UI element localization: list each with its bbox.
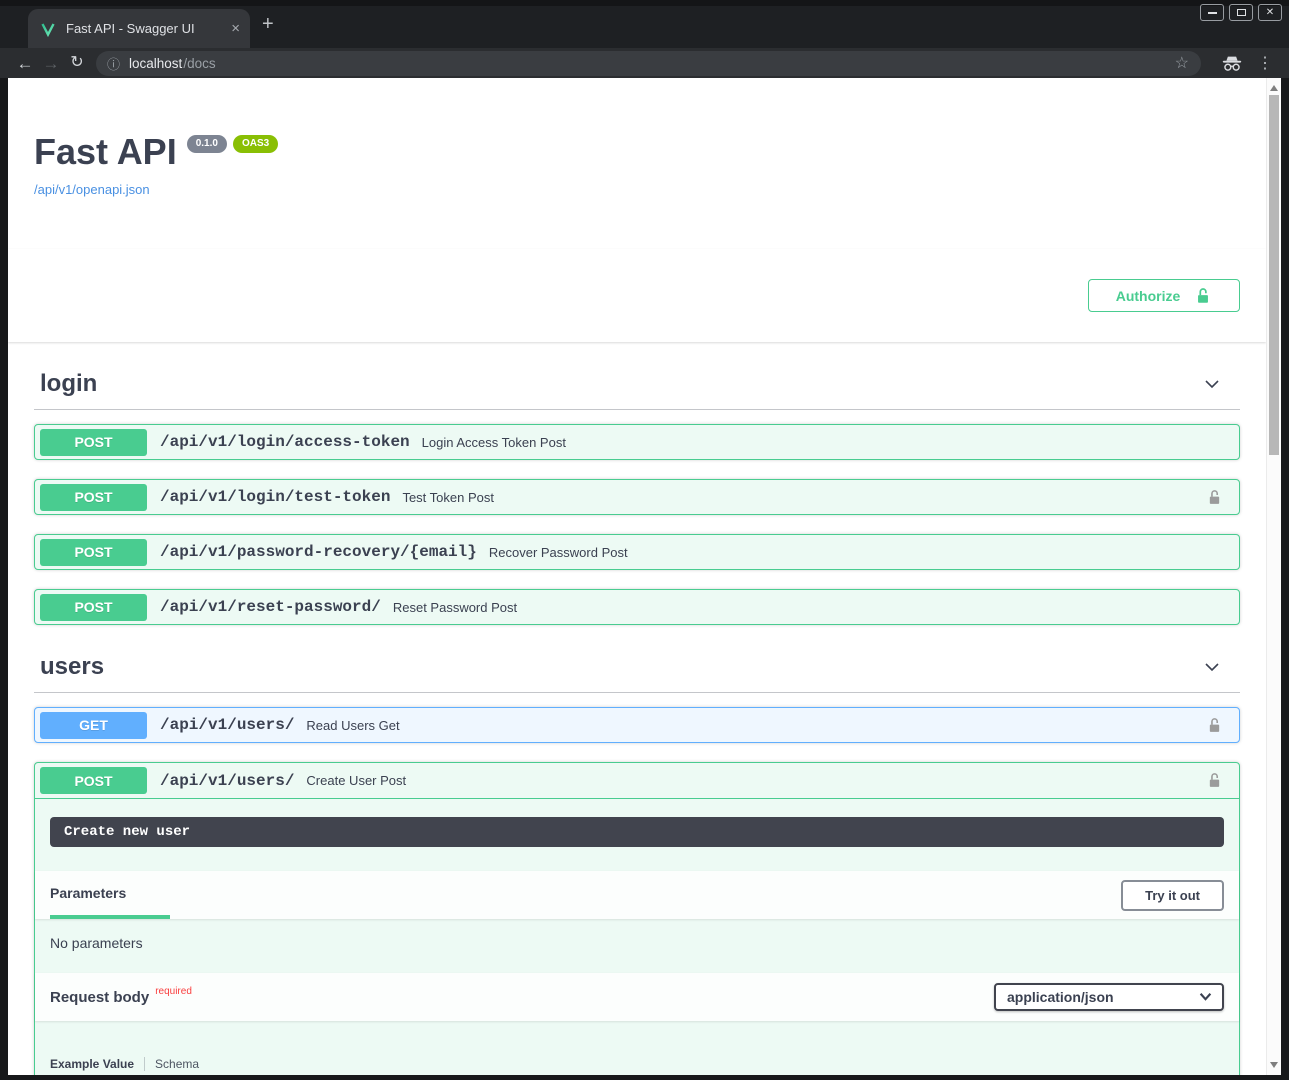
model-example: Example Value Schema { [50, 1057, 1224, 1075]
opblock-create-user-header[interactable]: POST /api/v1/users/ Create User Post [35, 763, 1239, 799]
unlocked-padlock-icon [1206, 489, 1223, 506]
operation-path: /api/v1/reset-password/ [160, 598, 381, 616]
back-icon[interactable]: ← [12, 55, 38, 72]
tab-schema[interactable]: Schema [155, 1057, 199, 1071]
browser-tab[interactable]: Fast API - Swagger UI × [28, 9, 250, 48]
request-body-label: Request body [50, 989, 149, 1006]
oas3-badge: OAS3 [233, 135, 278, 153]
maximize-icon [1237, 9, 1246, 16]
browser-toolbar: ← → ↻ ⓘ localhost /docs ☆ ⋮ [0, 48, 1289, 78]
operation-description: Create new user [50, 817, 1224, 847]
chevron-down-icon [1199, 992, 1212, 1002]
operation-summary: Read Users Get [306, 718, 399, 733]
operation-path: /api/v1/login/access-token [160, 433, 410, 451]
scheme-container: Authorize [8, 249, 1266, 342]
request-body-header: Request body required application/json [35, 973, 1239, 1021]
address-bar[interactable]: ⓘ localhost /docs ☆ [96, 51, 1201, 76]
media-type-value: application/json [1007, 989, 1114, 1005]
operation-path: /api/v1/users/ [160, 772, 294, 790]
browser-menu-icon[interactable]: ⋮ [1257, 53, 1273, 73]
tag-section-users[interactable]: users [34, 653, 1240, 693]
window-minimize-button[interactable] [1200, 4, 1224, 21]
method-badge: POST [40, 429, 147, 456]
incognito-icon [1221, 56, 1243, 71]
opblock-read-users[interactable]: GET /api/v1/users/ Read Users Get [34, 707, 1240, 743]
version-badge: 0.1.0 [187, 135, 227, 153]
unlocked-padlock-icon [1206, 772, 1223, 789]
page-scrollbar[interactable] [1266, 78, 1281, 1075]
scrollbar-thumb[interactable] [1269, 95, 1279, 455]
chevron-down-icon[interactable] [1202, 657, 1222, 677]
site-favicon-v-icon [40, 21, 56, 37]
no-parameters-text: No parameters [35, 919, 1239, 973]
tag-title-users: users [40, 653, 104, 681]
operation-summary: Test Token Post [402, 490, 494, 505]
unlocked-padlock-icon [1206, 717, 1223, 734]
media-type-select[interactable]: application/json [994, 983, 1224, 1011]
authorize-button[interactable]: Authorize [1088, 279, 1240, 312]
tab-parameters[interactable]: Parameters [50, 871, 170, 919]
tab-example-value[interactable]: Example Value [50, 1057, 134, 1071]
page-title: Fast API [34, 131, 177, 173]
operation-summary: Create User Post [306, 773, 406, 788]
operation-path: /api/v1/users/ [160, 716, 294, 734]
browser-titlebar: Fast API - Swagger UI × + ✕ [0, 0, 1289, 48]
api-info: Fast API 0.1.0 OAS3 /api/v1/openapi.json [34, 78, 1240, 199]
method-badge: POST [40, 539, 147, 566]
tab-close-icon[interactable]: × [231, 21, 240, 36]
operation-summary: Login Access Token Post [422, 435, 566, 450]
new-tab-button[interactable]: + [262, 13, 274, 36]
operation-path: /api/v1/login/test-token [160, 488, 390, 506]
opblock-password-recovery[interactable]: POST /api/v1/password-recovery/{email} R… [34, 534, 1240, 570]
opblock-create-user-expanded: POST /api/v1/users/ Create User Post Cre… [34, 762, 1240, 1075]
forward-icon[interactable]: → [38, 55, 64, 72]
url-host: localhost [129, 56, 182, 71]
window-close-button[interactable]: ✕ [1258, 4, 1282, 21]
opblock-reset-password[interactable]: POST /api/v1/reset-password/ Reset Passw… [34, 589, 1240, 625]
operation-summary: Recover Password Post [489, 545, 628, 560]
try-it-out-button[interactable]: Try it out [1121, 880, 1224, 911]
auth-lock-button[interactable] [1206, 717, 1223, 734]
window-maximize-button[interactable] [1229, 4, 1253, 21]
tag-title-login: login [40, 370, 97, 398]
openapi-spec-link[interactable]: /api/v1/openapi.json [34, 182, 150, 197]
url-path: /docs [183, 56, 215, 71]
method-badge: POST [40, 594, 147, 621]
required-flag: required [155, 986, 192, 997]
tab-divider [144, 1057, 145, 1071]
opblock-login-test-token[interactable]: POST /api/v1/login/test-token Test Token… [34, 479, 1240, 515]
auth-lock-button[interactable] [1206, 489, 1223, 506]
method-badge: GET [40, 712, 147, 739]
swagger-page: Fast API 0.1.0 OAS3 /api/v1/openapi.json… [8, 78, 1266, 1075]
minimize-icon [1208, 12, 1217, 14]
scroll-up-arrow-icon[interactable] [1270, 85, 1278, 91]
scroll-down-arrow-icon[interactable] [1270, 1062, 1278, 1068]
tab-title: Fast API - Swagger UI [66, 21, 221, 36]
chevron-down-icon[interactable] [1202, 374, 1222, 394]
auth-lock-button[interactable] [1206, 772, 1223, 789]
authorize-label: Authorize [1116, 288, 1181, 304]
operation-summary: Reset Password Post [393, 600, 517, 615]
tag-section-login[interactable]: login [34, 370, 1240, 410]
method-badge: POST [40, 767, 147, 794]
opblock-login-access-token[interactable]: POST /api/v1/login/access-token Login Ac… [34, 424, 1240, 460]
page-info-icon[interactable]: ⓘ [107, 54, 120, 73]
operation-path: /api/v1/password-recovery/{email} [160, 543, 477, 561]
unlocked-padlock-icon [1194, 287, 1212, 305]
bookmark-star-icon[interactable]: ☆ [1175, 53, 1189, 73]
method-badge: POST [40, 484, 147, 511]
reload-icon[interactable]: ↻ [64, 55, 90, 71]
parameters-header: Parameters Try it out [35, 871, 1239, 919]
